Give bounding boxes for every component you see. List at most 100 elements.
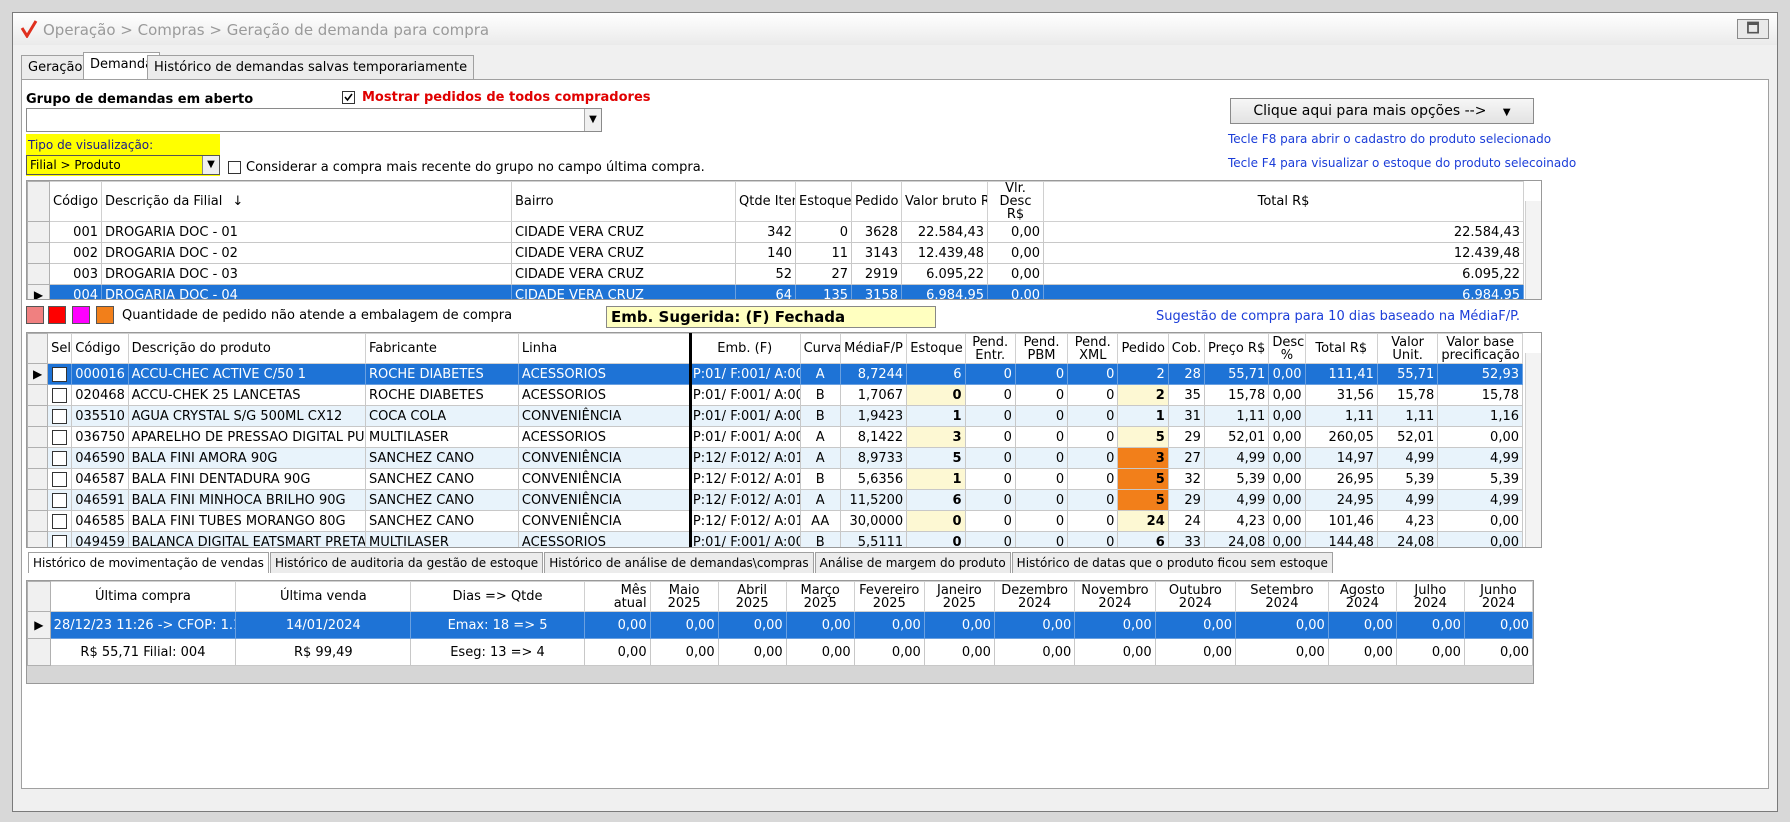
row-indicator[interactable] (27, 468, 49, 490)
col-history-10[interactable]: Novembro 2024 (1074, 581, 1156, 612)
cell-sel[interactable] (47, 363, 73, 385)
col-history-2[interactable]: Dias => Qtde (410, 581, 585, 612)
table-row[interactable]: 036750 APARELHO DE PRESSAO DIGITAL PULSO M… (27, 426, 1523, 448)
col-valor-unit[interactable]: Valor Unit. (1376, 333, 1439, 364)
col-history-6[interactable]: Março 2025 (785, 581, 855, 612)
bottom-tab-4[interactable]: Histórico de datas que o produto ficou s… (1011, 552, 1333, 573)
col-pedido[interactable]: Pedido (1117, 333, 1169, 364)
group-select[interactable]: ▼ (26, 108, 602, 132)
tab-historico-demandas[interactable]: Histórico de demandas salvas temporariam… (147, 55, 475, 79)
cell-sel[interactable] (47, 531, 73, 547)
table-row[interactable]: 046590 BALA FINI AMORA 90G SANCHEZ CANO CON… (27, 447, 1523, 469)
table-row[interactable]: 049459 BALANCA DIGITAL EATSMART PRETA MULT… (27, 531, 1523, 547)
row-indicator[interactable] (27, 405, 49, 427)
select-checkbox[interactable] (52, 534, 68, 547)
col-pend-xml[interactable]: Pend. XML (1067, 333, 1119, 364)
col-valor-bruto[interactable]: Valor bruto R$ (901, 181, 988, 222)
col-history-0[interactable]: Última compra (49, 581, 237, 612)
product-grid-scrollbar[interactable] (1525, 353, 1541, 547)
col-desc[interactable]: Desc % (1268, 333, 1306, 364)
product-grid[interactable]: Sel Código Descrição do produto Fabricante L… (26, 332, 1542, 548)
col-history-14[interactable]: Julho 2024 (1395, 581, 1465, 612)
row-indicator[interactable] (27, 447, 49, 469)
view-type-select[interactable]: Filial > Produto ▼ (26, 155, 220, 175)
row-indicator[interactable] (27, 489, 49, 511)
col-history-11[interactable]: Outubro 2024 (1154, 581, 1237, 612)
col-history-12[interactable]: Setembro 2024 (1235, 581, 1329, 612)
close-button[interactable]: 🗖 (1737, 19, 1769, 39)
row-indicator[interactable] (27, 384, 49, 406)
more-options-button[interactable]: Clique aqui para mais opções --> ▼ (1230, 98, 1534, 124)
col-qtde-itens[interactable]: Qtde Itens (735, 181, 796, 222)
cell-sel[interactable] (47, 510, 73, 532)
branch-grid[interactable]: Código Descrição da Filial ↓ Bairro Qtde … (26, 180, 1542, 300)
bottom-tab-0[interactable]: Histórico de movimentação de vendas (28, 552, 269, 573)
consider-checkbox[interactable] (228, 161, 241, 174)
col-curva[interactable]: Curva (799, 333, 841, 364)
col-media[interactable]: MédiaF/P (839, 333, 908, 364)
col-descricao-filial[interactable]: Descrição da Filial ↓ (101, 181, 512, 222)
history-row[interactable]: ▶28/12/23 11:26 -> CFOP: 1.10214/01/2024… (27, 611, 1533, 639)
col-history-4[interactable]: Maio 2025 (649, 581, 719, 612)
select-checkbox[interactable] (52, 471, 68, 487)
row-indicator[interactable] (27, 426, 49, 448)
col-linha[interactable]: Linha (517, 333, 690, 364)
col-history-9[interactable]: Dezembro 2024 (993, 581, 1076, 612)
bottom-tab-2[interactable]: Histórico de análise de demandas\compras (544, 552, 814, 573)
select-checkbox[interactable] (52, 450, 68, 466)
col-estoque[interactable]: Estoque (906, 333, 966, 364)
col-history-1[interactable]: Última venda (235, 581, 412, 612)
col-valor-base[interactable]: Valor base precificação (1437, 333, 1523, 364)
select-checkbox[interactable] (52, 513, 68, 529)
col-history-13[interactable]: Agosto 2024 (1327, 581, 1397, 612)
col-emb[interactable]: Emb. (F) (688, 333, 801, 364)
col-vlr-desc[interactable]: Vlr. Desc R$ (987, 181, 1044, 222)
table-row[interactable]: 046591 BALA FINI MINHOCA BRILHO 90G SANCHE… (27, 489, 1523, 511)
select-checkbox[interactable] (52, 408, 68, 424)
col-pend-pbm[interactable]: Pend. PBM (1014, 333, 1069, 364)
table-row[interactable]: 046587 BALA FINI DENTADURA 90G SANCHEZ CAN… (27, 468, 1523, 490)
select-checkbox[interactable] (52, 387, 68, 403)
col-total[interactable]: Total R$ (1304, 333, 1378, 364)
table-row[interactable]: ▶ 000016 ACCU-CHEC ACTIVE C/50 1 ROCHE DIAB… (27, 363, 1523, 385)
col-fabricante[interactable]: Fabricante (365, 333, 519, 364)
col-history-5[interactable]: Abril 2025 (717, 581, 787, 612)
table-row[interactable]: 020468 ACCU-CHEK 25 LANCETAS ROCHE DIABETE… (27, 384, 1523, 406)
col-codigo[interactable]: Código (49, 181, 102, 222)
row-pointer-icon[interactable]: ▶ (27, 363, 49, 385)
table-row[interactable]: 001 DROGARIA DOC - 01 CIDADE VERA CRUZ 342 0… (27, 221, 1524, 243)
col-bairro[interactable]: Bairro (511, 181, 736, 222)
col-total[interactable]: Total R$ (1043, 181, 1524, 222)
chevron-down-icon[interactable]: ▼ (584, 109, 601, 131)
cell-sel[interactable] (47, 489, 73, 511)
table-row[interactable]: ▶ 004 DROGARIA DOC - 04 CIDADE VERA CRUZ 64 1… (27, 284, 1524, 299)
table-row[interactable]: 003 DROGARIA DOC - 03 CIDADE VERA CRUZ 52 27… (27, 263, 1524, 285)
chevron-down-icon[interactable]: ▼ (202, 156, 219, 174)
row-indicator[interactable] (27, 242, 50, 264)
cell-sel[interactable] (47, 447, 73, 469)
row-indicator[interactable] (27, 510, 49, 532)
col-cob[interactable]: Cob. (1167, 333, 1205, 364)
col-preco[interactable]: Preço R$ (1203, 333, 1270, 364)
col-descricao-produto[interactable]: Descrição do produto (127, 333, 367, 364)
row-indicator[interactable] (27, 263, 50, 285)
table-row[interactable]: 035510 AGUA CRYSTAL S/G 500ML CX12 COCA CO… (27, 405, 1523, 427)
show-all-checkbox[interactable] (342, 91, 355, 104)
branch-grid-scrollbar[interactable] (1525, 201, 1541, 299)
col-history-8[interactable]: Janeiro 2025 (923, 581, 995, 612)
col-estoque[interactable]: Estoque (795, 181, 852, 222)
col-history-3[interactable]: Mês atual (583, 581, 651, 612)
select-checkbox[interactable] (52, 429, 68, 445)
cell-sel[interactable] (47, 426, 73, 448)
col-pedido[interactable]: Pedido (851, 181, 902, 222)
row-indicator[interactable] (27, 638, 51, 666)
cell-sel[interactable] (47, 384, 73, 406)
row-indicator[interactable] (27, 221, 50, 243)
table-row[interactable]: 002 DROGARIA DOC - 02 CIDADE VERA CRUZ 140 1… (27, 242, 1524, 264)
select-checkbox[interactable] (52, 366, 68, 382)
col-history-15[interactable]: Junho 2024 (1463, 581, 1533, 612)
cell-sel[interactable] (47, 468, 73, 490)
col-pend-entr[interactable]: Pend. Entr. (964, 333, 1016, 364)
select-checkbox[interactable] (52, 492, 68, 508)
cell-sel[interactable] (47, 405, 73, 427)
